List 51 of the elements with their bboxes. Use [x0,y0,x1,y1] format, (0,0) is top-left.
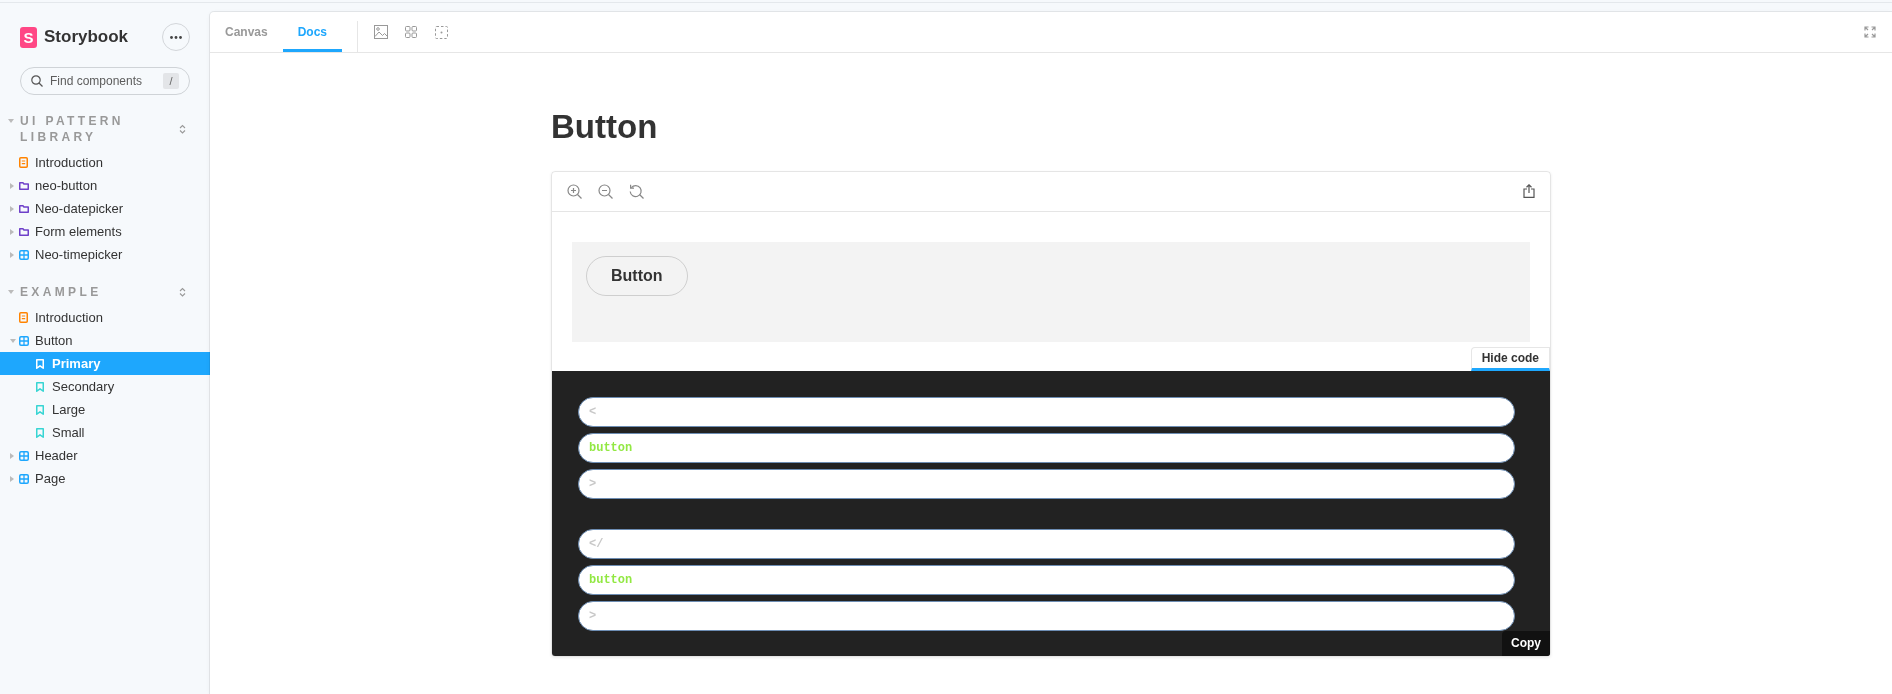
sidebar-item[interactable]: Button [0,329,210,352]
code-token: > [578,600,1515,631]
updown-chevron-icon[interactable] [179,287,186,297]
grid-square-icon [19,450,29,461]
sidebar-item[interactable]: Introduction [0,151,210,174]
sidebar-item[interactable]: Header [0,444,210,467]
sidebar-item[interactable]: Neo-timepicker [0,243,210,266]
logo-mark: S [20,26,37,48]
document-icon [19,312,28,323]
sidebar-item[interactable]: Secondary [0,375,210,398]
image-icon[interactable] [374,25,389,39]
grid-square-icon [19,249,29,260]
sidebar-item[interactable]: Form elements [0,220,210,243]
sidebar-item[interactable]: Small [0,421,210,444]
zoom-in-icon[interactable] [567,183,582,199]
zoom-reset-icon[interactable] [629,183,644,199]
section-title: EXAMPLE [20,284,103,300]
share-icon[interactable] [1523,184,1535,199]
sidebar-item[interactable]: neo-button [0,174,210,197]
more-icon [170,35,182,39]
document-icon [19,157,28,168]
code-token: </ [578,528,1515,559]
code-token: > [578,468,1515,499]
folder-icon [19,204,29,213]
code-token: < [578,396,1515,427]
sidebar-item[interactable]: Large [0,398,210,421]
bookmark-icon [36,381,44,392]
page-title: Button [551,107,659,147]
search-icon [31,75,43,87]
updown-chevron-icon[interactable] [179,124,186,134]
sidebar-item[interactable]: Neo-datepicker [0,197,210,220]
folder-icon [19,181,29,190]
bookmark-icon [36,404,44,415]
zoom-out-icon[interactable] [598,183,613,199]
section-title: UI PATTERN LIBRARY [20,113,125,145]
dashed-square-icon[interactable] [434,25,448,39]
sidebar-item[interactable]: Introduction [0,306,210,329]
code-token: button [578,564,1515,595]
brand-name: Storybook [44,26,129,48]
fullscreen-icon[interactable] [1864,26,1876,38]
copy-button[interactable]: Copy [1502,630,1550,656]
grid-square-icon [19,473,29,484]
code-toggle-button[interactable]: Hide code [1470,346,1550,371]
sidebar-item[interactable]: Page [0,467,210,490]
shortcut-key: / [163,73,179,89]
folder-icon [19,227,29,236]
grid-icon[interactable] [405,26,418,38]
bookmark-icon [36,358,44,369]
grid-square-icon [19,335,29,346]
bookmark-icon [36,427,44,438]
code-token: button [578,432,1515,463]
